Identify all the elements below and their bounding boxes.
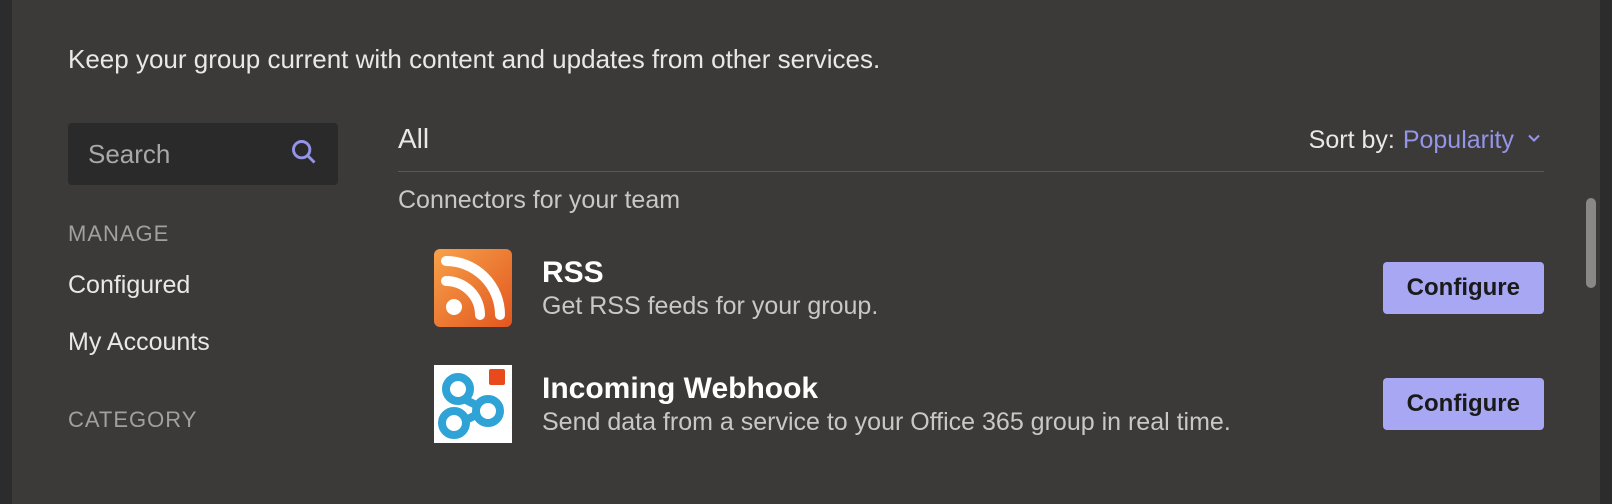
connector-title: Incoming Webhook xyxy=(542,372,1353,406)
sidebar-item-my-accounts[interactable]: My Accounts xyxy=(68,328,338,357)
content-area: MANAGE Configured My Accounts CATEGORY A… xyxy=(68,123,1544,469)
sort-group: Sort by: Popularity xyxy=(1309,126,1544,155)
connectors-panel: Keep your group current with content and… xyxy=(12,0,1600,504)
scrollbar-thumb[interactable] xyxy=(1586,198,1596,288)
connector-row-webhook: Incoming Webhook Send data from a servic… xyxy=(398,353,1544,469)
main-header: All Sort by: Popularity xyxy=(398,123,1544,172)
category-section-label: CATEGORY xyxy=(68,407,338,433)
sidebar: MANAGE Configured My Accounts CATEGORY xyxy=(68,123,338,469)
search-input[interactable] xyxy=(88,139,290,170)
manage-section-label: MANAGE xyxy=(68,221,338,247)
sort-by-label: Sort by: xyxy=(1309,126,1395,155)
filter-label: All xyxy=(398,123,429,155)
search-icon xyxy=(290,138,318,171)
configure-button[interactable]: Configure xyxy=(1383,262,1544,314)
search-box[interactable] xyxy=(68,123,338,185)
connector-text: Incoming Webhook Send data from a servic… xyxy=(542,372,1353,437)
connector-description: Send data from a service to your Office … xyxy=(542,408,1353,437)
sidebar-item-configured[interactable]: Configured xyxy=(68,271,338,300)
webhook-icon xyxy=(434,365,512,443)
connector-description: Get RSS feeds for your group. xyxy=(542,292,1353,321)
sort-dropdown[interactable]: Popularity xyxy=(1403,126,1544,155)
sort-value-text: Popularity xyxy=(1403,126,1514,155)
chevron-down-icon xyxy=(1524,126,1544,155)
main-content: All Sort by: Popularity Connectors for y… xyxy=(398,123,1544,469)
page-subtitle: Keep your group current with content and… xyxy=(68,44,1544,75)
configure-button[interactable]: Configure xyxy=(1383,378,1544,430)
connector-title: RSS xyxy=(542,256,1353,290)
rss-icon xyxy=(434,249,512,327)
connector-text: RSS Get RSS feeds for your group. xyxy=(542,256,1353,321)
connector-row-rss: RSS Get RSS feeds for your group. Config… xyxy=(398,237,1544,353)
connectors-heading: Connectors for your team xyxy=(398,186,1544,215)
